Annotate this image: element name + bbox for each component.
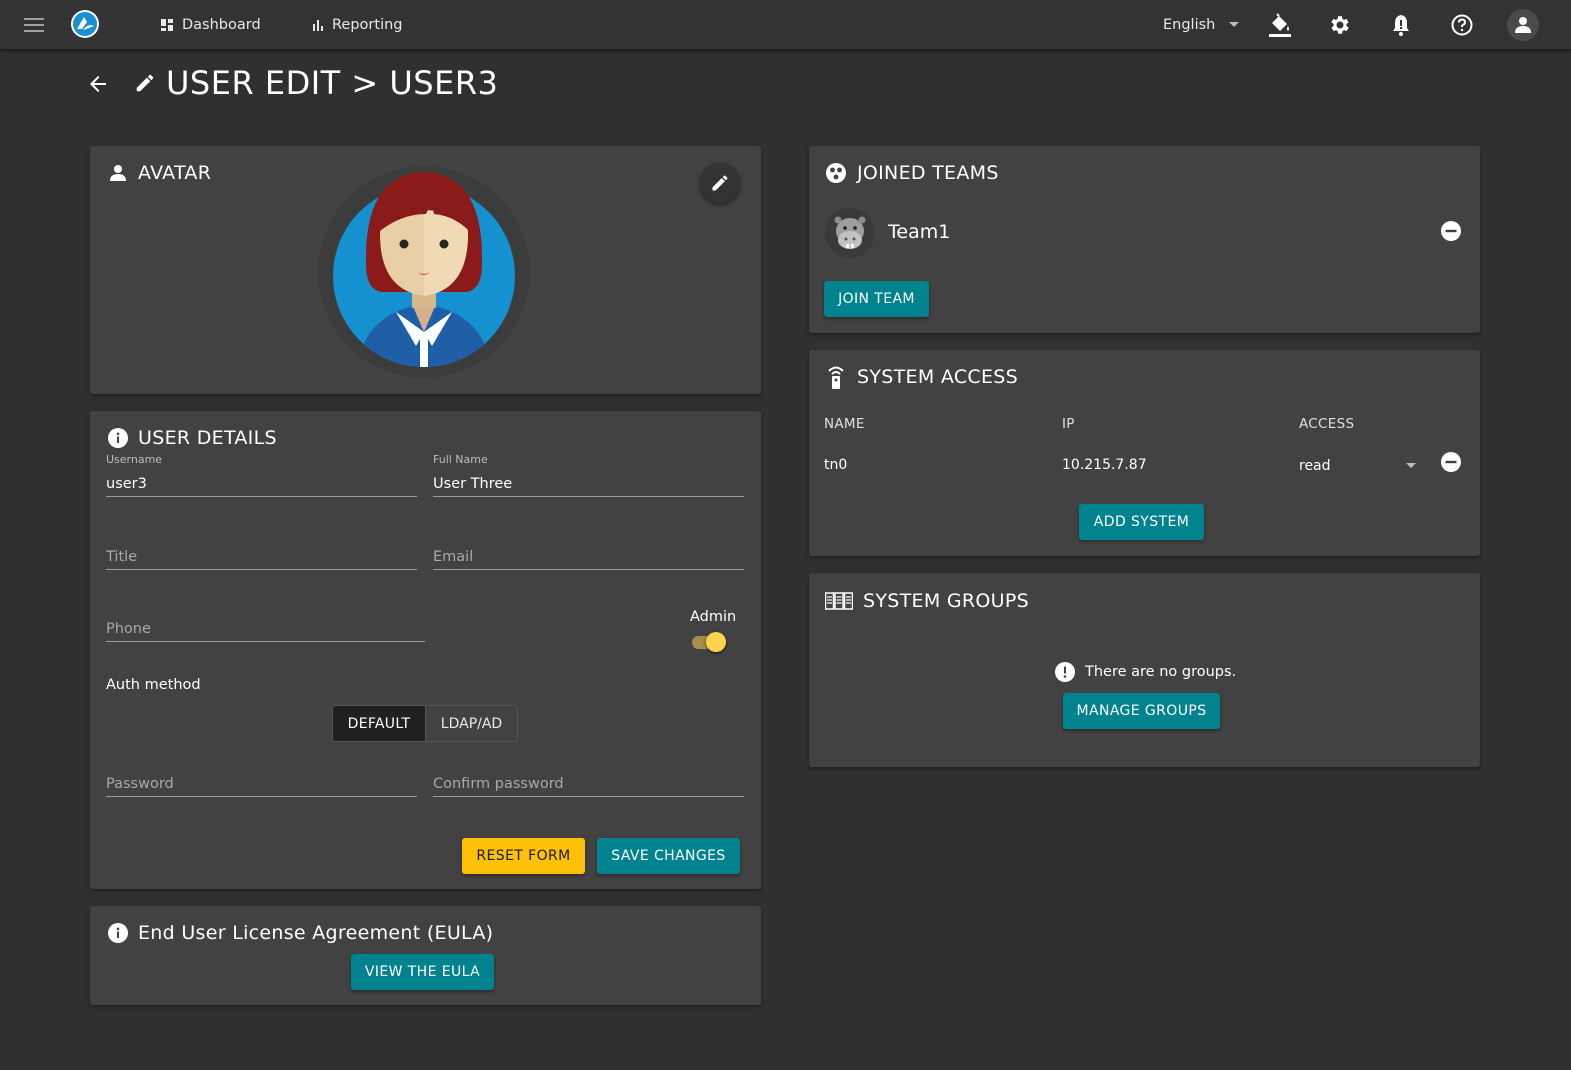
eula-title: End User License Agreement (EULA) <box>108 922 493 944</box>
system-groups-card: SYSTEM GROUPS There are no groups. MANAG… <box>809 573 1480 767</box>
top-app-bar: Dashboard Reporting English <box>0 0 1571 50</box>
page-title-text: USER EDIT > USER3 <box>166 64 499 102</box>
fullname-label: Full Name <box>433 453 488 466</box>
confirm-password-field[interactable]: Confirm password <box>433 773 744 797</box>
manage-groups-button[interactable]: MANAGE GROUPS <box>1063 693 1220 729</box>
auth-default-button[interactable]: DEFAULT <box>333 706 425 741</box>
joined-teams-title-text: JOINED TEAMS <box>857 162 999 184</box>
eula-title-text: End User License Agreement (EULA) <box>138 922 494 944</box>
admin-toggle[interactable] <box>690 631 728 653</box>
arrow-left-icon <box>90 76 106 92</box>
admin-label: Admin <box>690 609 737 625</box>
email-placeholder: Email <box>433 549 474 565</box>
system-row-ip: 10.215.7.87 <box>1062 457 1147 473</box>
save-changes-button[interactable]: SAVE CHANGES <box>597 838 740 874</box>
user-details-title-text: USER DETAILS <box>138 427 277 449</box>
reset-form-button[interactable]: RESET FORM <box>462 838 585 874</box>
paint-bucket-icon[interactable] <box>1265 10 1295 40</box>
access-value: read <box>1299 458 1331 474</box>
access-select[interactable]: read <box>1299 454 1417 478</box>
pencil-icon <box>712 175 728 191</box>
page-title: USER EDIT > USER3 <box>134 64 498 102</box>
avatar-card: AVATAR <box>90 146 761 394</box>
add-system-button[interactable]: ADD SYSTEM <box>1079 504 1204 540</box>
eula-card: End User License Agreement (EULA) VIEW T… <box>90 906 761 1005</box>
help-icon[interactable] <box>1447 10 1477 40</box>
title-field[interactable]: Title <box>106 546 417 570</box>
password-field[interactable]: Password <box>106 773 417 797</box>
nav-dashboard-label: Dashboard <box>182 17 261 33</box>
auth-ldap-button[interactable]: LDAP/AD <box>425 706 517 741</box>
bell-icon[interactable] <box>1386 10 1416 40</box>
remove-team-icon[interactable] <box>1440 220 1462 242</box>
team-name: Team1 <box>888 221 951 243</box>
fullname-value: User Three <box>433 476 513 492</box>
confirm-password-placeholder: Confirm password <box>433 776 564 792</box>
nav-dashboard[interactable]: Dashboard <box>160 0 261 50</box>
nav-reporting[interactable]: Reporting <box>312 0 403 50</box>
chevron-down-icon <box>1406 463 1416 468</box>
bar-chart-icon <box>313 20 323 31</box>
avatar-card-title-text: AVATAR <box>138 162 212 184</box>
back-button[interactable] <box>86 72 110 96</box>
joined-teams-title: JOINED TEAMS <box>825 162 999 184</box>
gear-icon[interactable] <box>1325 10 1355 40</box>
joined-teams-card: JOINED TEAMS Team1 JOIN TEAM <box>809 146 1480 333</box>
system-groups-title-text: SYSTEM GROUPS <box>863 590 1029 612</box>
server-rack-icon <box>825 592 853 610</box>
avatar-image <box>316 164 532 380</box>
username-field[interactable]: Username user3 <box>106 453 417 497</box>
remove-system-icon[interactable] <box>1440 451 1462 473</box>
avatar-card-title: AVATAR <box>108 162 211 184</box>
phone-field[interactable]: Phone <box>106 618 425 642</box>
info-icon <box>108 923 128 943</box>
person-icon <box>110 165 126 181</box>
password-placeholder: Password <box>106 776 174 792</box>
fullname-field[interactable]: Full Name User Three <box>433 453 744 497</box>
column-header-name: NAME <box>824 416 865 432</box>
username-label: Username <box>106 453 163 466</box>
auth-method-label: Auth method <box>106 677 201 693</box>
language-select[interactable]: English <box>1163 0 1245 50</box>
column-header-access: ACCESS <box>1299 416 1355 432</box>
view-eula-button[interactable]: VIEW THE EULA <box>351 954 494 990</box>
title-placeholder: Title <box>106 549 138 565</box>
auth-method-toggle: DEFAULT LDAP/AD <box>332 705 518 742</box>
pencil-icon <box>136 74 154 92</box>
team-avatar <box>824 207 876 259</box>
user-details-title: USER DETAILS <box>108 427 277 449</box>
system-access-title: SYSTEM ACCESS <box>825 365 1018 389</box>
remote-icon <box>828 366 844 389</box>
no-groups-text: There are no groups. <box>1085 664 1237 680</box>
alert-icon <box>1055 662 1075 682</box>
chevron-down-icon <box>1229 22 1240 27</box>
email-field[interactable]: Email <box>433 546 744 570</box>
system-access-title-text: SYSTEM ACCESS <box>857 366 1018 388</box>
language-value: English <box>1163 17 1216 33</box>
dashboard-icon <box>161 19 173 31</box>
user-details-card: USER DETAILS Username user3 Full Name Us… <box>90 411 761 889</box>
system-groups-title: SYSTEM GROUPS <box>825 590 1029 612</box>
teams-icon <box>826 163 846 183</box>
column-header-ip: IP <box>1062 416 1075 432</box>
system-row-name: tn0 <box>824 457 848 473</box>
menu-icon[interactable] <box>20 10 50 40</box>
nav-reporting-label: Reporting <box>332 17 403 33</box>
info-icon <box>108 428 128 448</box>
phone-placeholder: Phone <box>106 621 151 637</box>
edit-avatar-button[interactable] <box>700 163 740 203</box>
account-icon[interactable] <box>1507 9 1539 41</box>
logo-icon[interactable] <box>70 9 100 39</box>
no-groups-message: There are no groups. <box>1055 662 1236 682</box>
username-value: user3 <box>106 476 147 492</box>
join-team-button[interactable]: JOIN TEAM <box>824 281 929 317</box>
system-access-card: SYSTEM ACCESS NAME IP ACCESS tn0 10.215.… <box>809 350 1480 556</box>
